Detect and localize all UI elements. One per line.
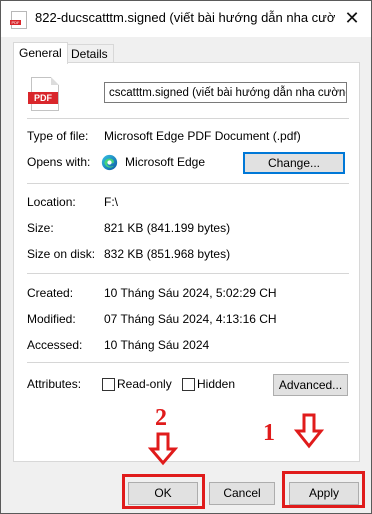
accessed-value: 10 Tháng Sáu 2024 xyxy=(104,338,210,352)
page-fold xyxy=(51,77,59,85)
type-of-file-value: Microsoft Edge PDF Document (.pdf) xyxy=(104,129,301,143)
accessed-label: Accessed: xyxy=(27,338,83,352)
arrow-down-icon xyxy=(148,432,178,466)
window-title: 822-ducscatttm.signed (viết bài hướng dẫ… xyxy=(35,10,335,25)
cancel-button[interactable]: Cancel xyxy=(209,482,275,505)
annotation-number-1: 1 xyxy=(263,420,275,446)
hidden-label: Hidden xyxy=(197,377,236,391)
advanced-button[interactable]: Advanced... xyxy=(273,374,348,396)
read-only-label: Read-only xyxy=(117,377,172,391)
divider xyxy=(27,362,349,363)
change-button[interactable]: Change... xyxy=(243,152,345,174)
divider xyxy=(27,273,349,274)
highlight-box-apply xyxy=(282,471,365,508)
divider xyxy=(27,183,349,184)
modified-value: 07 Tháng Sáu 2024, 4:13:16 CH xyxy=(104,312,277,326)
attributes-label: Attributes: xyxy=(27,377,82,391)
type-of-file-label: Type of file: xyxy=(27,129,89,143)
read-only-checkbox[interactable] xyxy=(102,378,115,391)
title-bar: PDF 822-ducscatttm.signed (viết bài hướn… xyxy=(1,1,371,37)
tab-general[interactable]: General xyxy=(13,42,68,64)
location-label: Location: xyxy=(27,195,76,209)
size-value: 821 KB (841.199 bytes) xyxy=(104,221,231,235)
microsoft-edge-icon xyxy=(101,154,118,171)
location-value: F:\ xyxy=(104,195,118,209)
close-icon[interactable]: ✕ xyxy=(341,7,363,29)
hidden-checkbox[interactable] xyxy=(182,378,195,391)
highlight-box-ok xyxy=(122,474,205,509)
tab-details[interactable]: Details xyxy=(65,44,114,63)
general-panel: PDF cscatttm.signed (viết bài hướng dẫn … xyxy=(13,62,360,462)
file-name-field[interactable]: cscatttm.signed (viết bài hướng dẫn nha … xyxy=(104,82,347,103)
created-label: Created: xyxy=(27,286,74,300)
size-on-disk-value: 832 KB (851.968 bytes) xyxy=(104,247,231,261)
properties-dialog: PDF 822-ducscatttm.signed (viết bài hướn… xyxy=(0,0,372,514)
size-on-disk-label: Size on disk: xyxy=(27,247,96,261)
opens-with-label: Opens with: xyxy=(27,155,91,169)
pdf-icon-label: PDF xyxy=(28,92,58,104)
size-label: Size: xyxy=(27,221,54,235)
pdf-icon-band: PDF xyxy=(10,20,21,25)
opens-with-value: Microsoft Edge xyxy=(125,155,206,169)
arrow-down-icon xyxy=(294,413,324,449)
divider xyxy=(27,118,349,119)
modified-label: Modified: xyxy=(27,312,76,326)
created-value: 10 Tháng Sáu 2024, 5:02:29 CH xyxy=(104,286,277,300)
annotation-number-2: 2 xyxy=(155,405,167,431)
pdf-file-icon: PDF xyxy=(10,11,27,29)
pdf-document-icon: PDF xyxy=(28,77,59,111)
